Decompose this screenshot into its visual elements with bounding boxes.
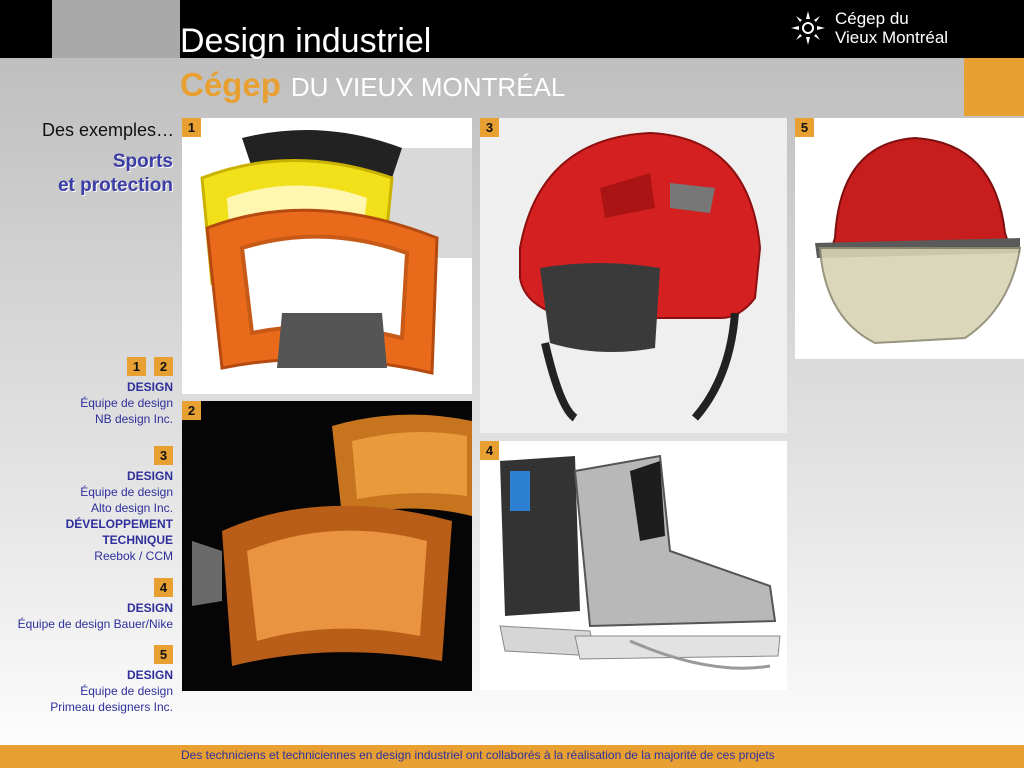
credit-block-1-2: 1 2 DESIGN Équipe de design NB design In… (80, 357, 173, 427)
credit-line: Alto design Inc. (90, 501, 173, 515)
orange-accent-box (964, 58, 1024, 116)
credit-line: DÉVELOPPEMENT (65, 517, 173, 531)
subtitle-institution: DU VIEUX MONTRÉAL (290, 72, 566, 102)
hockey-helmet-photo: 3 (480, 118, 787, 433)
category-title: Sports et protection (58, 150, 173, 198)
header-gray-block (52, 0, 180, 58)
category-line-1: Sports (112, 151, 173, 172)
footer-note: Des techniciens et techniciennes en desi… (181, 748, 775, 762)
credit-badges: 5 (50, 645, 173, 664)
credit-badges: 1 2 (80, 357, 173, 376)
credit-line: DESIGN (126, 469, 173, 483)
goggles-stack-photo: 1 (182, 118, 472, 394)
credit-line: Primeau designers Inc. (50, 700, 173, 714)
header-notch (0, 0, 52, 54)
credit-line: DESIGN (126, 601, 173, 615)
cegep-logo: Cégep du Vieux Montréal (790, 9, 948, 47)
number-badge: 5 (795, 118, 814, 137)
credit-badges: 4 (18, 578, 173, 597)
logo-text: Cégep du Vieux Montréal (835, 9, 948, 47)
credit-line: Équipe de design (80, 396, 173, 410)
number-badge: 4 (154, 578, 173, 597)
credit-line: Équipe de design (80, 684, 173, 698)
credit-badges: 3 (66, 446, 173, 465)
credit-block-5: 5 DESIGN Équipe de design Primeau design… (50, 645, 173, 715)
credit-line: NB design Inc. (94, 412, 173, 426)
number-badge: 5 (154, 645, 173, 664)
orange-goggles-photo: 2 (182, 401, 472, 691)
number-badge: 1 (127, 357, 146, 376)
hockey-helmet-image (480, 118, 787, 433)
logo-line-2: Vieux Montréal (835, 28, 949, 47)
credit-block-3: 3 DESIGN Équipe de design Alto design In… (66, 446, 173, 564)
page-subtitle: Cégep DU VIEUX MONTRÉAL (180, 66, 566, 103)
credit-line: DESIGN (126, 380, 173, 394)
hockey-skate-photo: 4 (480, 441, 787, 690)
number-badge: 1 (182, 118, 201, 137)
category-line-2: et protection (57, 175, 173, 196)
number-badge: 4 (480, 441, 499, 460)
credit-line: TECHNIQUE (102, 533, 173, 547)
firefighter-helmet-image (795, 118, 1024, 359)
logo-line-1: Cégep du (835, 9, 909, 28)
examples-heading: Des exemples… (41, 120, 174, 140)
firefighter-helmet-photo: 5 (795, 118, 1024, 359)
number-badge: 2 (154, 357, 173, 376)
hockey-skate-image (480, 441, 787, 690)
number-badge: 3 (480, 118, 499, 137)
credit-line: Équipe de design (80, 485, 173, 499)
number-badge: 3 (154, 446, 173, 465)
credit-line: DESIGN (126, 668, 173, 682)
credit-line: Équipe de design Bauer/Nike (17, 617, 173, 631)
goggles-stack-image (182, 118, 472, 394)
page-title: Design industriel (180, 22, 432, 60)
subtitle-cegep: Cégep (180, 66, 281, 103)
number-badge: 2 (182, 401, 201, 420)
credit-block-4: 4 DESIGN Équipe de design Bauer/Nike (18, 578, 173, 632)
orange-goggles-image (182, 401, 472, 691)
credit-line: Reebok / CCM (94, 549, 173, 563)
sunburst-icon (791, 11, 825, 45)
